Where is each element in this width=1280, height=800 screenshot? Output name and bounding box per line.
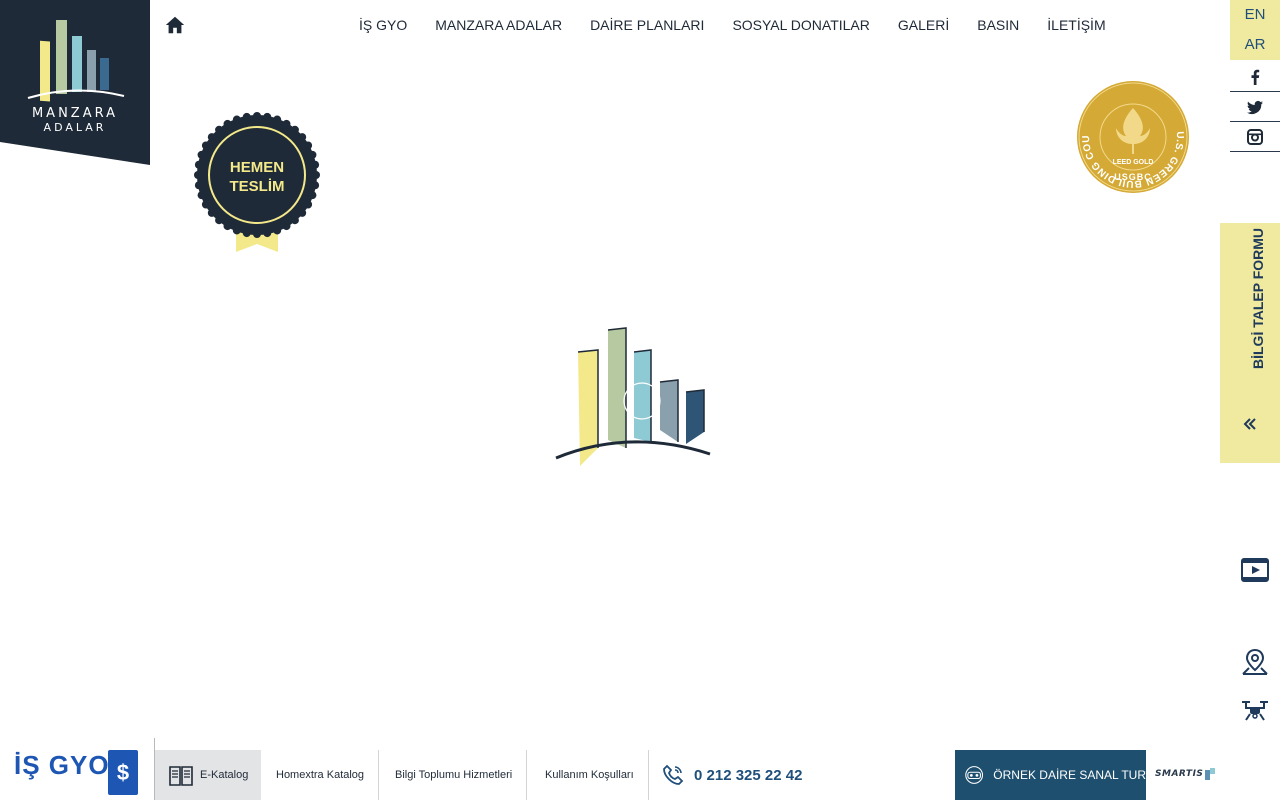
logo-text-line2: ADALAR (43, 121, 107, 134)
logo-background (0, 0, 150, 165)
smartis-mark-icon (1205, 768, 1216, 780)
hemen-line1: HEMEN (229, 159, 285, 176)
leed-gold-label: LEED GOLD (1112, 159, 1154, 166)
home-icon[interactable] (164, 14, 186, 36)
smartis-text: SMARTIS (1155, 769, 1204, 779)
kullanim-kosullari-link[interactable]: Kullanım Koşulları (531, 750, 649, 800)
phone-link[interactable]: 0 212 325 22 42 (662, 750, 802, 800)
site-logo[interactable]: MANZARA ADALAR (0, 0, 150, 165)
main-nav: İŞ GYO MANZARA ADALAR DAİRE PLANLARI SOS… (345, 16, 1120, 34)
lang-ar-button[interactable]: AR (1230, 30, 1280, 60)
vr-headset-icon (965, 766, 984, 784)
nav-item-basin[interactable]: BASIN (963, 16, 1033, 34)
hemen-line2: TESLİM (229, 178, 285, 195)
phone-icon (663, 764, 684, 785)
info-request-form-tab[interactable]: BİLGİ TALEP FORMU (1220, 223, 1280, 463)
hemen-teslim-text: HEMEN TESLİM (192, 158, 322, 196)
nav-item-galeri[interactable]: GALERİ (884, 16, 963, 34)
virtual-tour-label: ÖRNEK DAİRE SANAL TUR (993, 768, 1146, 782)
phone-number: 0 212 325 22 42 (694, 766, 803, 784)
facebook-icon[interactable] (1230, 62, 1280, 92)
virtual-tour-button[interactable]: ÖRNEK DAİRE SANAL TUR (955, 750, 1146, 800)
drone-icon[interactable] (1230, 693, 1280, 727)
nav-item-sosyal-donatilar[interactable]: SOSYAL DONATILAR (718, 16, 883, 34)
bilgi-toplumu-link[interactable]: Bilgi Toplumu Hizmetleri (381, 750, 528, 800)
e-katalog-button[interactable]: E-Katalog (155, 750, 261, 800)
info-request-label: BİLGİ TALEP FORMU (1250, 227, 1266, 369)
twitter-icon[interactable] (1230, 92, 1280, 122)
nav-item-manzara-adalar[interactable]: MANZARA ADALAR (421, 16, 576, 34)
lang-en-button[interactable]: EN (1230, 0, 1280, 30)
logo-text-line1: MANZARA (31, 106, 119, 121)
smartis-logo[interactable]: SMARTIS (1155, 768, 1216, 780)
language-switcher: EN AR (1230, 0, 1280, 60)
is-bank-logo[interactable]: $ (108, 750, 138, 795)
video-icon[interactable] (1230, 553, 1280, 587)
loading-logo (555, 327, 711, 466)
instagram-icon[interactable] (1230, 122, 1280, 152)
usgbc-label: USGBC (1114, 172, 1152, 182)
nav-item-iletisim[interactable]: İLETİŞİM (1033, 16, 1119, 34)
chevron-double-left-icon (1243, 418, 1256, 430)
nav-item-daire-planlari[interactable]: DAİRE PLANLARI (576, 16, 718, 34)
map-pin-icon[interactable] (1230, 645, 1280, 679)
e-katalog-label: E-Katalog (200, 769, 249, 781)
nav-item-is-gyo[interactable]: İŞ GYO (345, 16, 421, 34)
site-footer: İŞ GYO $ E-Katalog Homextra Katalog Bilg… (0, 738, 1280, 800)
book-icon (169, 766, 193, 786)
is-gyo-logo-text[interactable]: İŞ GYO (14, 750, 110, 781)
homextra-katalog-link[interactable]: Homextra Katalog (262, 750, 380, 800)
